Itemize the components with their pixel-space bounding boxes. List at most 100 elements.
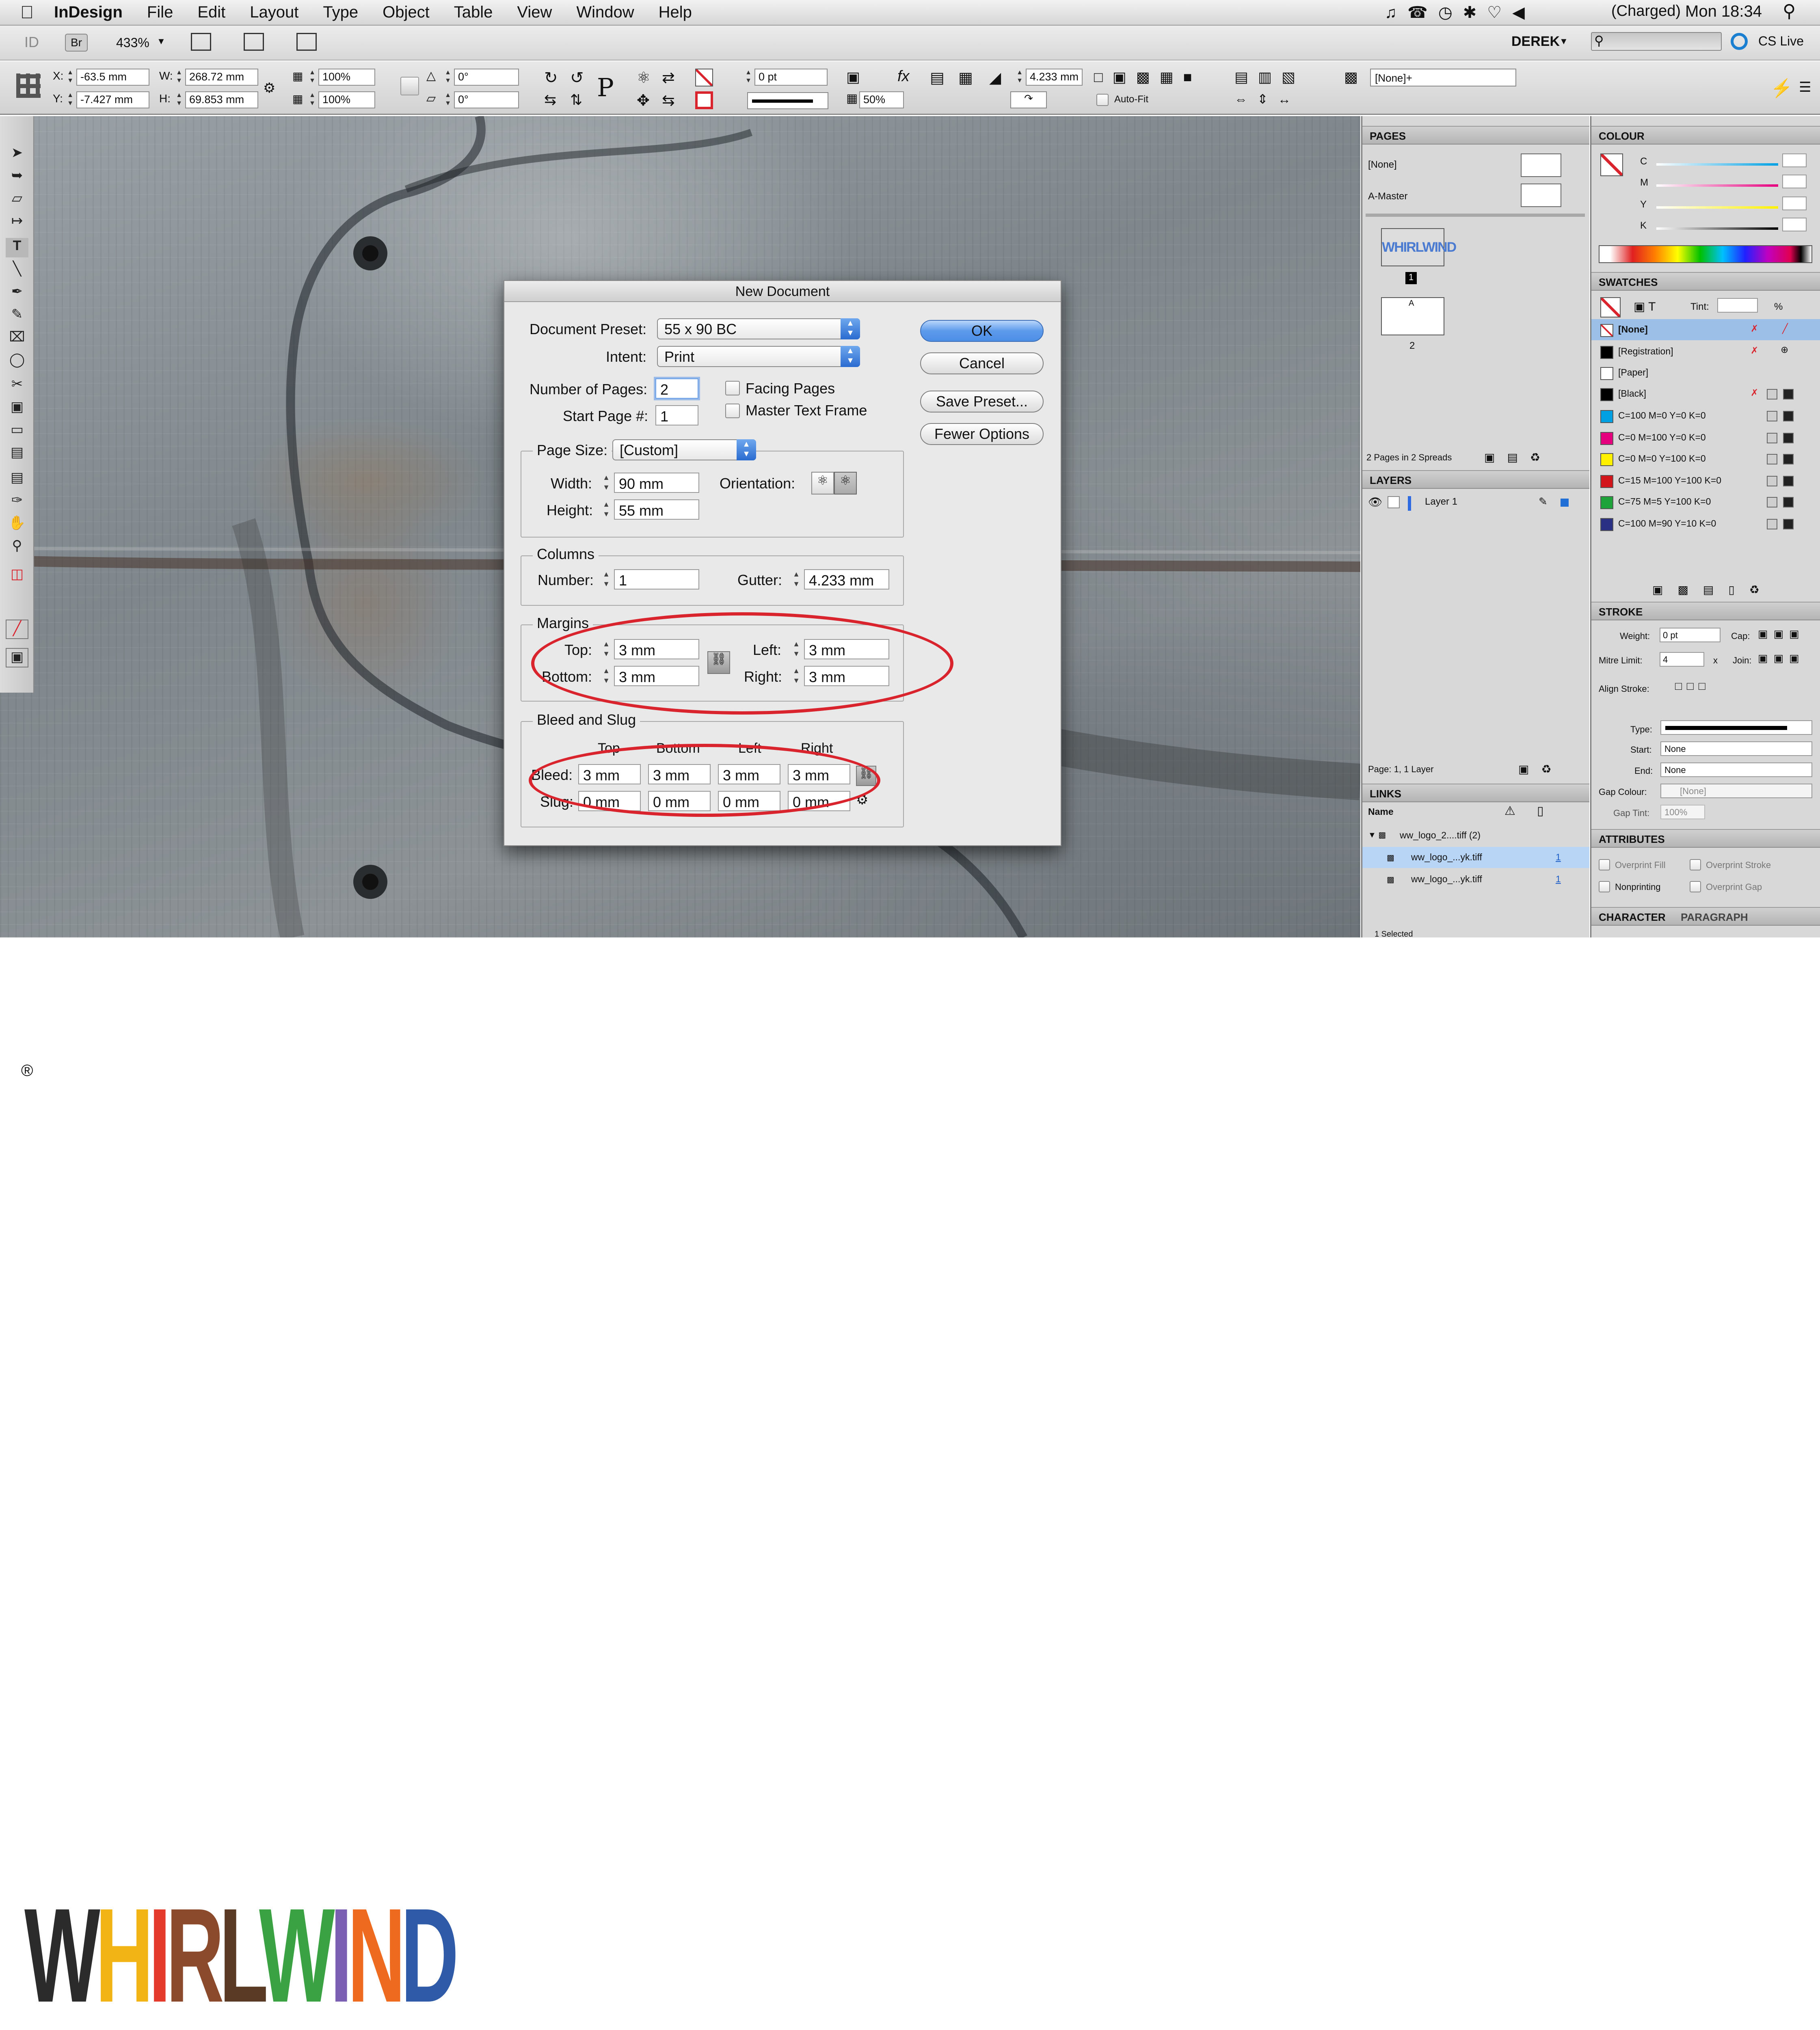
mitre-limit-input[interactable]: 4 (1660, 652, 1704, 667)
colour-spectrum[interactable] (1599, 245, 1812, 263)
screen-mode-icon[interactable] (244, 33, 264, 51)
free-transform-tool-icon[interactable]: ▣ (6, 399, 28, 418)
select-previous-icon[interactable]: ⇄ (662, 69, 675, 87)
start-page-input[interactable]: 1 (655, 405, 698, 425)
type-tool-icon[interactable]: T (6, 238, 28, 257)
swatch-row[interactable]: C=100 M=0 Y=0 K=0 (1591, 405, 1820, 426)
effects-icon[interactable]: fx (897, 68, 910, 85)
pen-tool-icon[interactable]: ✒ (6, 283, 28, 303)
portrait-icon[interactable]: ⚛ (811, 472, 834, 495)
link-page-number[interactable]: 1 (1556, 874, 1561, 885)
swatches-panel-header[interactable]: SWATCHES (1591, 272, 1820, 291)
cs-live-icon[interactable] (1731, 33, 1748, 50)
swatch-row[interactable]: [Black] ✗ (1591, 383, 1820, 404)
menu-view[interactable]: View (517, 3, 552, 22)
object-style-selector[interactable]: [None]+ (1370, 69, 1516, 86)
align-icons[interactable]: ▤▥▧ (1234, 69, 1305, 86)
bridge-button[interactable]: Br (65, 34, 88, 52)
fewer-options-button[interactable]: Fewer Options (920, 423, 1044, 445)
pencil-tool-icon[interactable]: ✎ (6, 306, 28, 326)
colour-m-field[interactable] (1782, 175, 1807, 188)
stroke-panel-header[interactable]: STROKE (1591, 602, 1820, 620)
save-preset-button[interactable]: Save Preset... (920, 391, 1044, 412)
h-stepper[interactable]: ▲ ▼ (175, 91, 184, 108)
status-icons[interactable]: ♫☎◷✱♡◀ (1385, 3, 1535, 22)
line-tool-icon[interactable]: ╲ (6, 261, 28, 280)
drop-shadow-icon[interactable]: ▣ (846, 69, 860, 86)
menu-type[interactable]: Type (323, 3, 358, 22)
pages-footer-icons[interactable]: ▣▤♻ (1484, 451, 1552, 464)
selection-tool-icon[interactable]: ➤ (6, 145, 28, 164)
w-stepper[interactable]: ▲ ▼ (175, 69, 184, 86)
height-input[interactable]: 55 mm (614, 499, 699, 520)
y-field[interactable]: -7.427 mm (76, 91, 149, 108)
width-stepper[interactable]: ▲ ▼ (600, 473, 612, 493)
battery-status[interactable]: (Charged) (1611, 2, 1681, 20)
columns-number-stepper[interactable]: ▲ ▼ (600, 569, 612, 590)
rotate-stepper[interactable]: ▲ ▼ (443, 69, 452, 86)
pages-none-master[interactable]: [None] (1368, 159, 1397, 171)
opacity-field[interactable]: 50% (859, 91, 904, 108)
fill-none-icon[interactable] (695, 69, 713, 86)
menu-layout[interactable]: Layout (250, 3, 298, 22)
page-1-thumb[interactable]: WHIRLWIND (1381, 228, 1457, 266)
stroke-type-select[interactable] (1660, 720, 1812, 735)
swatch-row[interactable]: [Paper] (1591, 362, 1820, 383)
spotlight-icon[interactable]: ⚲ (1783, 1, 1796, 22)
layers-footer-icons[interactable]: ▣♻ (1518, 762, 1564, 776)
gutter-input[interactable]: 4.233 mm (804, 569, 889, 590)
swatch-footer-icons[interactable]: ▣▩▤▯♻ (1652, 583, 1774, 596)
gap-tool-icon[interactable]: ↦ (6, 213, 28, 232)
pages-panel-header[interactable]: PAGES (1362, 126, 1589, 145)
colour-k-field[interactable] (1782, 218, 1807, 231)
menu-window[interactable]: Window (576, 3, 634, 22)
master-text-frame-checkbox[interactable] (725, 404, 740, 418)
chevron-down-icon[interactable]: ▼ (1559, 36, 1568, 47)
eyedropper-tool-icon[interactable]: ✑ (6, 492, 28, 512)
fit-frame-icons[interactable]: □▣▩▦■ (1094, 69, 1202, 86)
ellipse-tool-icon[interactable]: ◯ (6, 352, 28, 371)
text-wrap-icon[interactable]: ▤ (930, 69, 945, 87)
width-input[interactable]: 90 mm (614, 473, 699, 493)
stroke-start-select[interactable]: None (1660, 741, 1812, 756)
fill-stroke-proxy[interactable] (1600, 153, 1623, 176)
quick-apply-icon[interactable]: ⚡ (1770, 78, 1793, 99)
object-style-icon[interactable]: ▩ (1344, 69, 1358, 86)
direct-selection-tool-icon[interactable]: ➥ (6, 167, 28, 187)
overprint-fill-checkbox[interactable] (1599, 859, 1610, 870)
layer-lock-box[interactable] (1388, 496, 1400, 508)
rotate-cw-icon[interactable]: ↻ (544, 69, 558, 87)
lock-scale-icon[interactable] (400, 77, 419, 95)
link-row[interactable]: ▼ ▩ ww_logo_2....tiff (2) (1362, 825, 1589, 846)
scale-y-stepper[interactable]: ▲ ▼ (308, 91, 317, 108)
zoom-level[interactable]: 433% (116, 35, 149, 50)
distribute-icons[interactable]: ⇔⇕↔ (1234, 91, 1301, 107)
auto-fit-checkbox[interactable] (1096, 94, 1109, 106)
arrange-documents-icon[interactable] (296, 33, 317, 51)
select-content-icon[interactable]: ✥ (637, 91, 650, 110)
links-panel-header[interactable]: LINKS (1362, 784, 1589, 802)
flip-vertical-icon[interactable]: ⇅ (570, 91, 582, 108)
link-row[interactable]: ▩ ww_logo_...yk.tiff 1 (1362, 847, 1589, 868)
nonprinting-checkbox[interactable] (1599, 881, 1610, 892)
layer-1-name[interactable]: Layer 1 (1425, 496, 1457, 508)
colour-k-slider[interactable] (1656, 227, 1778, 230)
scale-x-field[interactable]: 100% (318, 69, 375, 86)
panel-menu-icon[interactable]: ☰ (1799, 79, 1811, 95)
select-container-icon[interactable]: ⚛ (637, 69, 651, 87)
overprint-gap-checkbox[interactable] (1690, 881, 1701, 892)
colour-y-slider[interactable] (1656, 206, 1778, 209)
colour-m-slider[interactable] (1656, 184, 1778, 187)
intent-select[interactable]: Print ▲ ▼ (657, 346, 860, 367)
fill-stroke-icon[interactable]: ◫ (6, 566, 28, 585)
layer-selected-icon[interactable] (1561, 499, 1569, 507)
landscape-icon[interactable]: ⚛ (834, 472, 857, 495)
swatch-row[interactable]: C=0 M=0 Y=100 K=0 (1591, 448, 1820, 469)
zoom-tool-icon[interactable]: ⚲ (6, 538, 28, 557)
links-name-column[interactable]: Name (1368, 806, 1394, 817)
gutter-field[interactable]: 4.233 mm (1026, 69, 1083, 86)
colour-c-field[interactable] (1782, 153, 1807, 167)
swatch-row[interactable]: C=15 M=100 Y=100 K=0 (1591, 470, 1820, 491)
colour-c-slider[interactable] (1656, 163, 1778, 166)
y-stepper[interactable]: ▲ ▼ (66, 91, 75, 108)
